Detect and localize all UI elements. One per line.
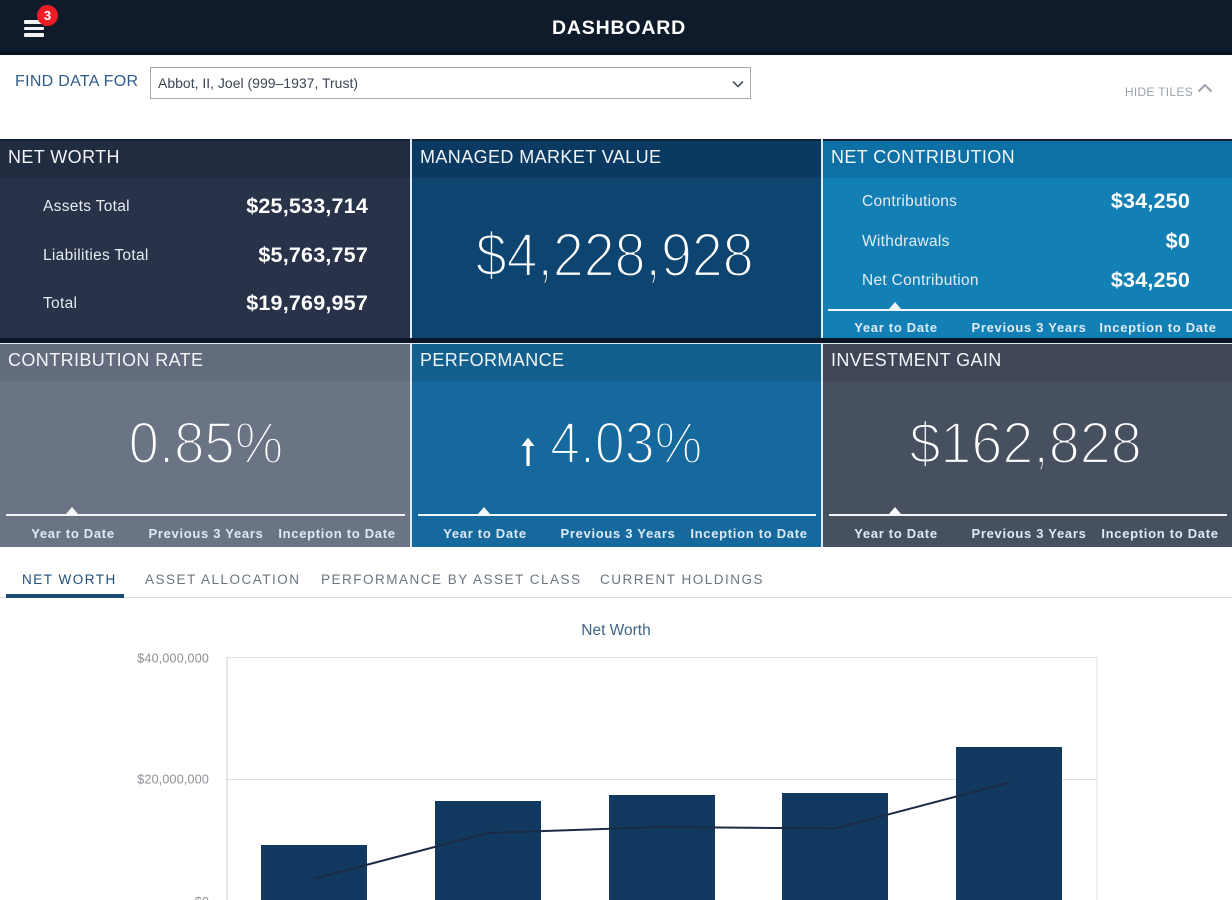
svg-text:$40,000,000: $40,000,000: [137, 652, 209, 666]
svg-text:Net Worth: Net Worth: [581, 622, 651, 639]
svg-text:$0: $0: [195, 895, 209, 900]
svg-text:$20,000,000: $20,000,000: [137, 773, 209, 787]
